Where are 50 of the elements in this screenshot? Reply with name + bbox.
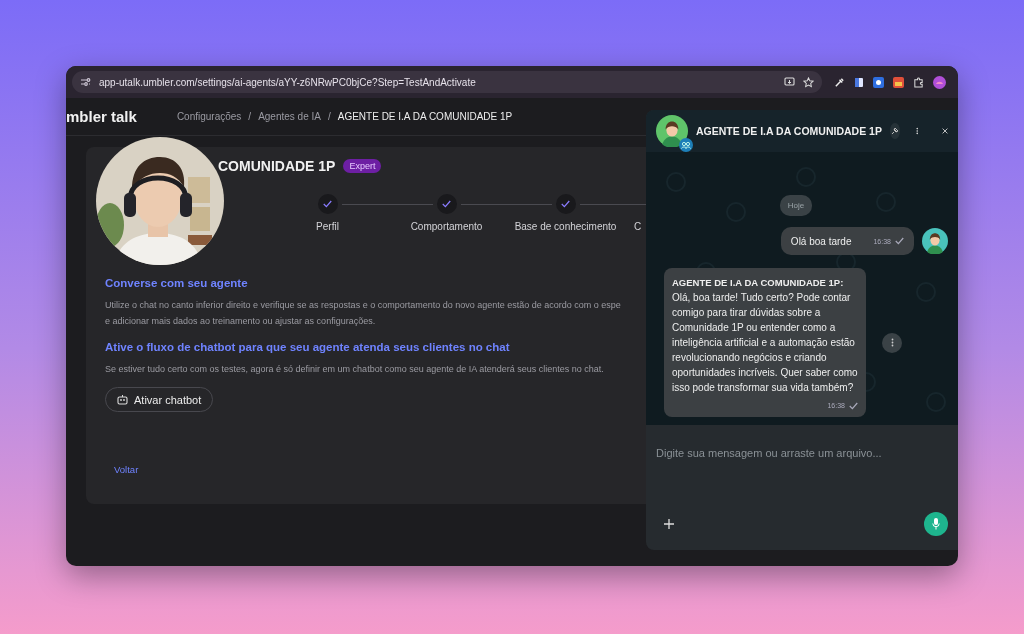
extension-icon[interactable] <box>873 76 884 88</box>
section-description: Utilize o chat no canto inferior direito e verifique se as respostas e o comportamento do novo agente estão de acordo com o espe <box>105 299 621 312</box>
message-sender: AGENTE DE I.A DA COMUNIDADE 1P: <box>672 276 845 290</box>
section-description: e adicionar mais dados ao treinamento ou ajustar as configurações. <box>105 315 376 328</box>
step-label: Comportamento <box>410 221 483 232</box>
message-input[interactable]: Digite sua mensagem ou arraste um arquivo... <box>656 447 948 507</box>
section-title: Ative o fluxo de chatbot para que seu agente atenda seus clientes no chat <box>105 341 510 353</box>
expert-badge: Expert <box>343 159 382 173</box>
install-app-icon[interactable] <box>784 77 795 87</box>
message-text: Olá, boa tarde! Tudo certo? Pode contar comigo para tirar dúvidas sobre a Comunidade 1P ou entender como a inteligência artificial e a automação estão revolucionando negócios e criando oportunidades incríveis. Quer saber como isso pode transformar sua vida também? <box>672 291 858 395</box>
microphone-button[interactable] <box>924 512 948 536</box>
microphone-icon <box>932 518 940 530</box>
robot-icon <box>117 394 128 405</box>
chat-title: AGENTE DE I.A DA COMUNIDADE 1P <box>696 125 882 137</box>
more-options-icon <box>890 338 894 347</box>
section-title: Converse com seu agente <box>105 277 248 289</box>
check-icon <box>323 200 332 208</box>
group-badge-icon <box>679 138 693 152</box>
back-link[interactable]: Voltar <box>114 464 646 475</box>
url-text: app-utalk.umbler.com/settings/ai-agents/aYY-z6NRwPC0bjCe?Step=TestAndActivate <box>99 76 477 88</box>
breadcrumb-link[interactable]: AGENTE DE I.A DA COMUNIDADE 1P <box>337 111 513 122</box>
pin-icon[interactable] <box>889 123 900 139</box>
step-label: Base de conhecimento <box>514 221 617 232</box>
breadcrumb-link[interactable]: Agentes de IA <box>258 111 321 122</box>
check-icon <box>895 237 904 245</box>
breadcrumb-separator: / <box>248 111 252 122</box>
close-icon[interactable] <box>941 126 948 136</box>
profile-icon[interactable] <box>933 75 946 89</box>
more-options-icon[interactable] <box>915 125 918 137</box>
agent-name: COMUNIDADE 1P <box>218 158 336 174</box>
check-icon <box>442 200 451 208</box>
message-text: Olá boa tarde <box>790 235 852 247</box>
eyedropper-icon[interactable] <box>834 76 845 88</box>
step-label: C <box>634 221 642 232</box>
address-bar[interactable]: app-utalk.umbler.com/settings/ai-agents/aYY-z6NRwPC0bjCe?Step=TestAndActivate <box>72 71 822 93</box>
avatar-icon <box>922 228 948 254</box>
breadcrumb-link[interactable]: Configurações <box>176 111 242 122</box>
avatar-icon <box>656 115 688 147</box>
breadcrumb-separator: / <box>327 111 331 122</box>
logo[interactable]: mbler talk <box>66 108 137 125</box>
bookmark-star-icon[interactable] <box>803 76 814 88</box>
check-icon <box>849 401 858 410</box>
site-settings-icon[interactable] <box>80 77 91 87</box>
extension-icon[interactable] <box>893 76 904 88</box>
section-description: Se estiver tudo certo com os testes, agora é só definir em um chatbot como seu agente de IA atenderá seus clientes no chat. <box>105 363 604 376</box>
step-label: Perfil <box>316 221 339 232</box>
check-icon <box>561 200 570 208</box>
puzzle-icon[interactable] <box>913 76 924 88</box>
document-extension-icon[interactable] <box>854 76 864 88</box>
plus-icon <box>664 519 674 529</box>
